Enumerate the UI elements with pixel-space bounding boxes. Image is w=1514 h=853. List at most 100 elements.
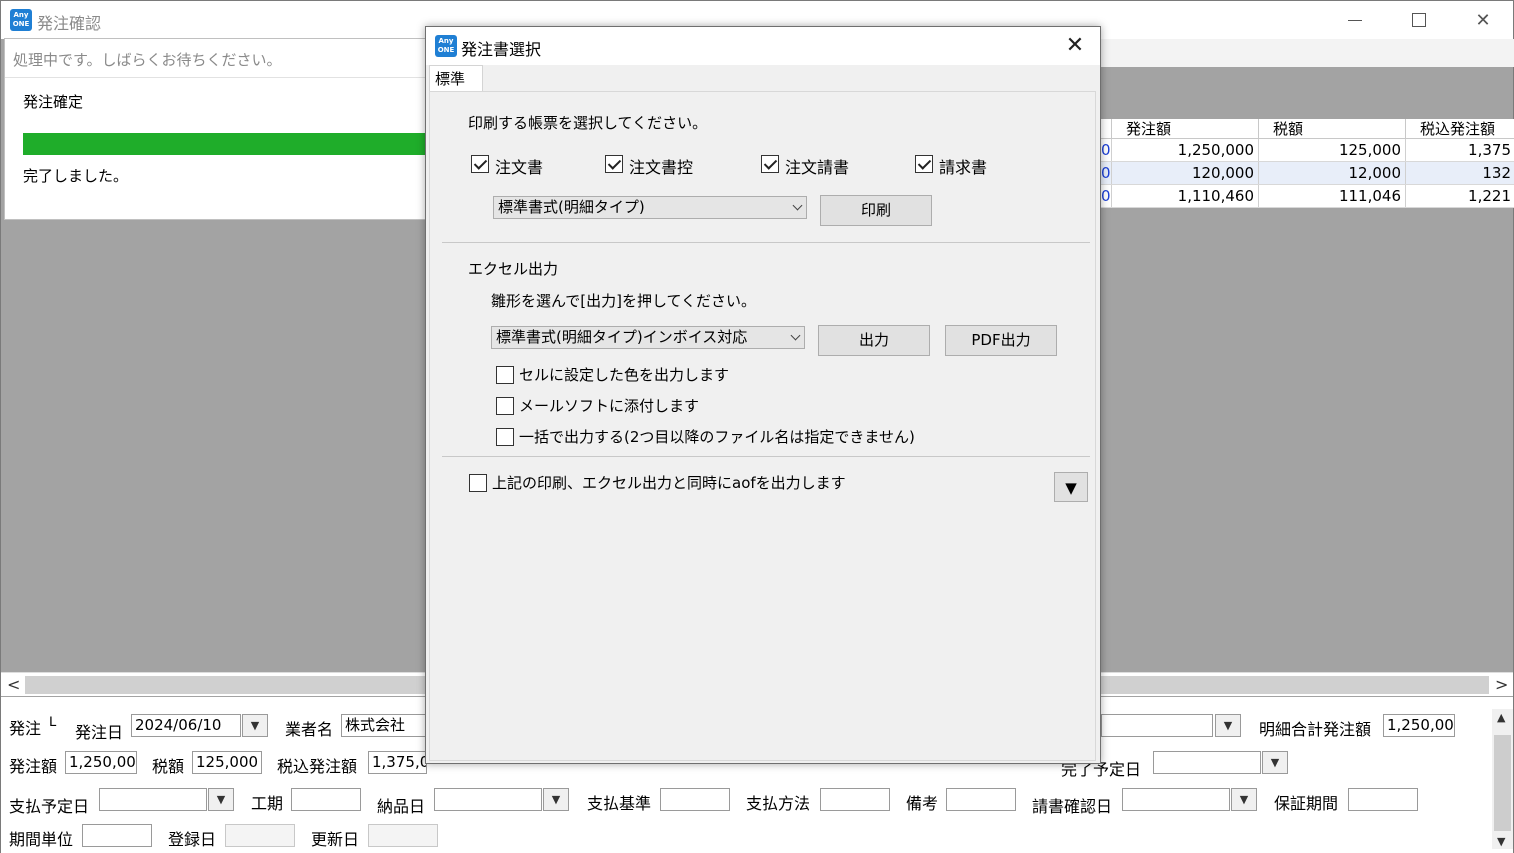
excel-template-value: 標準書式(明細タイプ)インボイス対応 — [496, 328, 748, 346]
checkbox-order-form[interactable] — [471, 155, 489, 173]
checkbox-cell-color[interactable] — [496, 366, 514, 384]
payment-method-field[interactable] — [820, 788, 890, 811]
grid-cell-tax: 125,000 — [1258, 139, 1405, 161]
excel-template-select[interactable]: 標準書式(明細タイプ)インボイス対応 — [491, 326, 805, 349]
grid-header-amount[interactable]: 発注額 — [1111, 119, 1258, 138]
progress-divider — [5, 77, 425, 78]
chevron-down-icon — [792, 200, 803, 211]
app-logo-icon: Any ONE — [10, 9, 32, 31]
checkbox-attach-mail[interactable] — [496, 397, 514, 415]
payment-basis-field[interactable] — [660, 788, 730, 811]
order-date-dropdown[interactable]: ▼ — [242, 714, 268, 737]
hatchu-toggle[interactable]: ᒪ — [49, 715, 56, 730]
pdf-output-button[interactable]: PDF出力 — [945, 325, 1057, 356]
completion-date-dropdown[interactable]: ▼ — [1262, 751, 1288, 774]
minimize-icon — [1348, 19, 1362, 21]
checkbox-invoice-label[interactable]: 請求書 — [939, 154, 987, 178]
close-window-button[interactable]: ✕ — [1451, 1, 1514, 39]
table-row[interactable]: 0 1,110,460 111,046 1,221 — [1101, 185, 1514, 208]
updated-date-field — [368, 824, 438, 847]
grid-cell-prefix: 0 — [1101, 164, 1111, 182]
print-format-value: 標準書式(明細タイプ) — [498, 198, 645, 216]
vendor-field[interactable]: 株式会社 — [341, 714, 427, 737]
invoice-check-date-dropdown[interactable]: ▼ — [1231, 788, 1257, 811]
app-logo-icon: Any ONE — [435, 35, 457, 57]
vendor-label: 業者名 — [285, 720, 334, 739]
detail-total-field[interactable]: 1,250,000 — [1383, 714, 1455, 737]
tax-inclusive-field[interactable]: 1,375,000 — [368, 751, 427, 774]
unknown-dropdown[interactable]: ▼ — [1215, 714, 1241, 737]
checkbox-aof-output[interactable] — [469, 474, 487, 492]
print-format-select[interactable]: 標準書式(明細タイプ) — [493, 196, 807, 219]
close-icon: ✕ — [1475, 9, 1491, 31]
registered-date-label: 登録日 — [168, 830, 217, 849]
grid-cell-tax: 111,046 — [1258, 185, 1405, 207]
scroll-up-icon[interactable]: ▲ — [1497, 711, 1505, 724]
table-row[interactable]: 0 1,250,000 125,000 1,375 — [1101, 139, 1514, 162]
detail-total-label: 明細合計発注額 — [1259, 720, 1372, 739]
payment-date-dropdown[interactable]: ▼ — [208, 788, 234, 811]
invoice-check-date-field[interactable] — [1122, 788, 1230, 811]
excel-heading: エクセル出力 — [468, 260, 559, 278]
vertical-scrollbar[interactable]: ▲ ▼ — [1492, 709, 1513, 849]
order-grid: 発注額 税額 税込発注額 0 1,250,000 125,000 1,375 0… — [1101, 119, 1514, 208]
section-divider — [442, 242, 1090, 243]
checkbox-order-acceptance[interactable] — [761, 155, 779, 173]
maximize-button[interactable] — [1387, 1, 1451, 39]
progress-message: 処理中です。しばらくお待ちください。 — [13, 51, 282, 69]
scroll-left-icon[interactable]: < — [7, 675, 20, 694]
scroll-right-icon[interactable]: > — [1495, 675, 1508, 694]
tax-field[interactable]: 125,000 — [192, 751, 262, 774]
checkbox-batch-output[interactable] — [496, 428, 514, 446]
amount-field[interactable]: 1,250,000 — [65, 751, 137, 774]
scroll-down-icon[interactable]: ▼ — [1497, 835, 1505, 848]
grid-cell-amount: 1,250,000 — [1111, 139, 1258, 161]
delivery-date-dropdown[interactable]: ▼ — [543, 788, 569, 811]
checkbox-cell-color-label[interactable]: セルに設定した色を出力します — [519, 364, 729, 385]
expand-button[interactable]: ▼ — [1054, 472, 1088, 502]
checkbox-batch-output-label[interactable]: 一括で出力する(2つ目以降のファイル名は指定できません) — [519, 426, 915, 447]
excel-output-button[interactable]: 出力 — [818, 325, 930, 356]
excel-instruction: 雛形を選んで[出力]を押してください。 — [491, 292, 757, 310]
grid-cell-amount: 1,110,460 — [1111, 185, 1258, 207]
order-date-label: 発注日 — [75, 723, 124, 742]
triangle-down-icon: ▼ — [1065, 479, 1077, 497]
period-field[interactable] — [291, 788, 361, 811]
delivery-date-field[interactable] — [434, 788, 542, 811]
vertical-scroll-thumb[interactable] — [1494, 735, 1511, 831]
progress-title: 発注確定 — [23, 93, 84, 111]
grid-cell-amount: 120,000 — [1111, 162, 1258, 184]
tax-label: 税額 — [152, 757, 185, 776]
completion-date-field[interactable] — [1153, 751, 1261, 774]
grid-cell-total: 1,375 — [1405, 139, 1514, 161]
checkbox-order-copy-label[interactable]: 注文書控 — [629, 154, 693, 178]
print-instruction: 印刷する帳票を選択してください。 — [468, 114, 708, 132]
checkbox-order-form-label[interactable]: 注文書 — [495, 154, 543, 178]
note-field[interactable] — [946, 788, 1016, 811]
tab-standard[interactable]: 標準 — [429, 65, 483, 92]
dialog-close-button[interactable]: ✕ — [1060, 31, 1090, 61]
table-row[interactable]: 0 120,000 12,000 132 — [1101, 162, 1514, 185]
print-button[interactable]: 印刷 — [820, 195, 932, 226]
progress-bar — [23, 133, 427, 155]
chevron-down-icon — [790, 330, 801, 341]
warranty-field[interactable] — [1348, 788, 1418, 811]
order-date-field[interactable]: 2024/06/10 — [131, 714, 241, 737]
minimize-button[interactable] — [1323, 1, 1387, 39]
checkbox-attach-mail-label[interactable]: メールソフトに添付します — [519, 395, 699, 416]
registered-date-field — [225, 824, 295, 847]
grid-header-tax[interactable]: 税額 — [1258, 119, 1405, 138]
progress-done-text: 完了しました。 — [23, 167, 129, 185]
grid-cell-prefix: 0 — [1101, 187, 1111, 205]
updated-date-label: 更新日 — [311, 830, 360, 849]
checkbox-invoice[interactable] — [915, 155, 933, 173]
payment-date-field[interactable] — [99, 788, 207, 811]
period-unit-field[interactable] — [82, 824, 152, 847]
grid-header-total[interactable]: 税込発注額 — [1405, 119, 1514, 138]
grid-header-spacer — [1101, 119, 1111, 138]
checkbox-order-acceptance-label[interactable]: 注文請書 — [785, 154, 849, 178]
checkbox-order-copy[interactable] — [605, 155, 623, 173]
unknown-field[interactable] — [1101, 714, 1213, 737]
delivery-date-label: 納品日 — [377, 797, 426, 816]
checkbox-aof-output-label[interactable]: 上記の印刷、エクセル出力と同時にaofを出力します — [492, 472, 846, 493]
